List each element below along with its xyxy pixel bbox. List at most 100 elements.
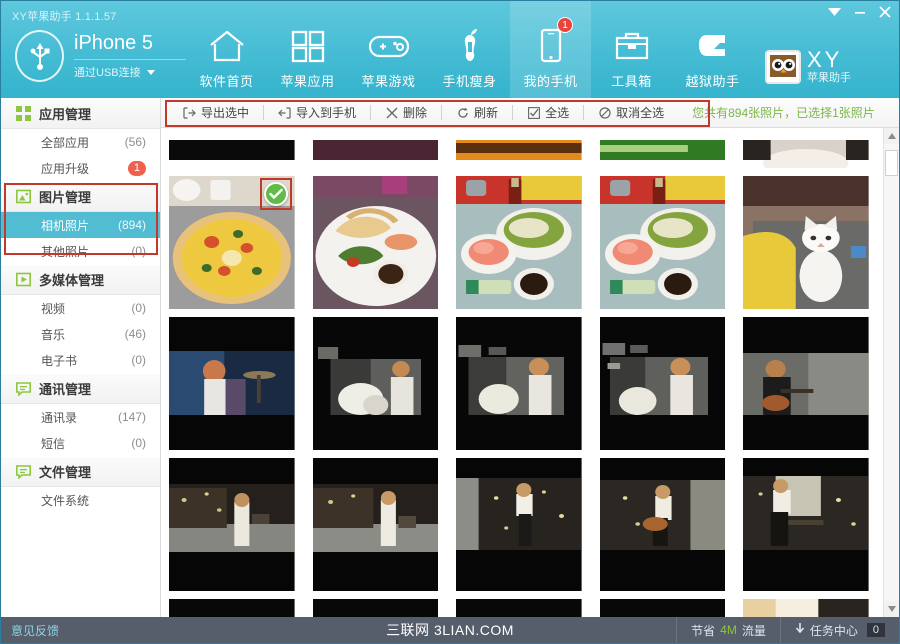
photo-thumbnail[interactable]: [169, 458, 295, 591]
nav-item-my-phone[interactable]: 1 我的手机: [510, 1, 591, 98]
import-to-phone-button[interactable]: 导入到手机: [264, 102, 370, 124]
photo-thumbnail[interactable]: [169, 128, 295, 168]
toolbar-button-label: 全选: [545, 106, 570, 120]
device-info[interactable]: iPhone 5 通过USB连接: [1, 30, 186, 98]
nav-item-software-home[interactable]: 软件首页: [186, 1, 267, 98]
sidebar-item-contacts[interactable]: 通讯录 (147): [1, 404, 160, 430]
deselect-all-button[interactable]: 取消全选: [584, 102, 678, 124]
apps-manage-icon: [15, 106, 31, 122]
sidebar-item-count: (0): [131, 436, 146, 450]
photo-partial-2: [312, 128, 439, 168]
task-center-button[interactable]: 任务中心 0: [779, 617, 899, 643]
sidebar-item-camera-photos[interactable]: 相机照片 (894): [1, 212, 160, 238]
photo-thumbnail[interactable]: [456, 317, 582, 450]
menu-dropdown-icon[interactable]: [828, 8, 841, 16]
delete-button[interactable]: 删除: [371, 102, 441, 124]
nav-label: 苹果应用: [280, 74, 335, 89]
app-title: XY苹果助手 1.1.1.57: [12, 11, 117, 23]
sidebar-item-sms[interactable]: 短信 (0): [1, 430, 160, 456]
nav-item-apple-games[interactable]: 苹果游戏: [348, 1, 429, 98]
nav-label: 我的手机: [523, 74, 578, 89]
feedback-link[interactable]: 意见反馈: [1, 622, 59, 639]
nav-item-toolbox[interactable]: 工具箱: [591, 1, 672, 98]
photo-thumbnail[interactable]: [743, 176, 869, 309]
nav-label: 手机瘦身: [442, 74, 497, 89]
nav-item-phone-slim[interactable]: 手机瘦身: [429, 1, 510, 98]
close-icon[interactable]: [879, 6, 891, 18]
photo-thumbnail[interactable]: [312, 599, 439, 617]
sidebar-group-label: 通讯管理: [39, 382, 92, 397]
sidebar-item-label: 视频: [41, 301, 66, 316]
photo-thumbnail[interactable]: [456, 599, 582, 617]
photo-thumbnail[interactable]: [599, 458, 726, 591]
photo-concert-9: [599, 458, 726, 591]
sidebar-group-files[interactable]: 文件管理: [1, 456, 160, 487]
photo-toolbar: 导出选中 导入到手机 删除 刷新 全选 取消全选 您共有894张照片，已选择1张…: [161, 98, 899, 128]
nav-item-apple-apps[interactable]: 苹果应用: [267, 1, 348, 98]
photo-scrollbar[interactable]: [883, 128, 899, 617]
owl-logo-icon: [765, 49, 801, 84]
nav-label: 越狱助手: [685, 74, 740, 89]
selected-check-icon[interactable]: [263, 182, 288, 206]
traffic-saved[interactable]: 节省 4M 流量: [676, 617, 780, 643]
sidebar-item-count: (56): [124, 135, 146, 149]
sidebar-item-music[interactable]: 音乐 (46): [1, 321, 160, 347]
photo-thumbnail[interactable]: [312, 128, 439, 168]
photo-thumbnail-selected[interactable]: [169, 176, 295, 309]
sidebar-item-other-photos[interactable]: 其他照片 (0): [1, 238, 160, 264]
app-body: 应用管理 全部应用 (56) 应用升级 1 图片管理 相机照片 (894) 其他…: [1, 98, 899, 617]
grid-apps-icon: [290, 25, 326, 67]
sidebar-item-all-apps[interactable]: 全部应用 (56): [1, 129, 160, 155]
sidebar-group-photos[interactable]: 图片管理: [1, 181, 160, 212]
photo-thumbnail[interactable]: [169, 317, 295, 450]
xy-assistant-window: XY苹果助手 1.1.1.57 iPhone 5 通过USB连接 软件首页 苹果…: [0, 0, 900, 644]
device-connection[interactable]: 通过USB连接: [74, 59, 186, 80]
photo-thumbnail[interactable]: [599, 128, 726, 168]
sidebar-item-app-upgrade[interactable]: 应用升级 1: [1, 155, 160, 181]
nav-label: 苹果游戏: [361, 74, 416, 89]
jailbreak-icon: [695, 25, 731, 67]
sidebar-group-contacts[interactable]: 通讯管理: [1, 373, 160, 404]
brand-xy-text: XY: [807, 47, 843, 72]
photo-grid-wrapper: [161, 128, 899, 617]
scroll-up-arrow-icon[interactable]: [884, 128, 899, 144]
minimize-icon[interactable]: [854, 7, 866, 17]
photo-count-status: 您共有894张照片，已选择1张照片: [692, 106, 875, 120]
export-selected-button[interactable]: 导出选中: [169, 102, 263, 124]
photo-thumbnail[interactable]: [599, 599, 726, 617]
photo-thumbnail[interactable]: [456, 176, 582, 309]
photo-thumbnail[interactable]: [456, 458, 582, 591]
traffic-prefix-label: 节省: [691, 623, 716, 638]
select-all-button[interactable]: 全选: [513, 102, 583, 124]
scroll-down-arrow-icon[interactable]: [884, 601, 899, 617]
photo-thumbnail[interactable]: [312, 458, 439, 591]
device-connection-label: 通过USB连接: [74, 67, 141, 79]
refresh-button[interactable]: 刷新: [442, 102, 512, 124]
sidebar-item-video[interactable]: 视频 (0): [1, 295, 160, 321]
sidebar: 应用管理 全部应用 (56) 应用升级 1 图片管理 相机照片 (894) 其他…: [1, 98, 161, 617]
photo-thumbnail[interactable]: [312, 176, 439, 309]
sidebar-group-apps[interactable]: 应用管理: [1, 98, 160, 129]
main-nav: 软件首页 苹果应用 苹果游戏 手机瘦身 1 我的手机 工具箱 越狱助手: [186, 1, 753, 98]
nav-item-jailbreak[interactable]: 越狱助手: [672, 1, 753, 98]
photo-thumbnail[interactable]: [743, 128, 869, 168]
scrollbar-thumb[interactable]: [885, 150, 898, 176]
photo-thumbnail[interactable]: [743, 599, 869, 617]
photo-thumbnail[interactable]: [743, 458, 869, 591]
photo-thumbnail[interactable]: [743, 317, 869, 450]
chevron-down-icon: [146, 69, 155, 75]
sidebar-item-file-system[interactable]: 文件系统: [1, 487, 160, 513]
photo-thumbnail[interactable]: [599, 176, 726, 309]
photo-concert-14: [599, 599, 726, 617]
photo-thumbnail[interactable]: [599, 317, 726, 450]
photo-concert-2: [312, 317, 439, 450]
home-icon: [208, 25, 246, 67]
nav-label: 工具箱: [611, 74, 652, 89]
sidebar-item-ebook[interactable]: 电子书 (0): [1, 347, 160, 373]
photo-thumbnail[interactable]: [312, 317, 439, 450]
status-bar: 意见反馈 三联网 3LIAN.COM 节省 4M 流量 任务中心 0: [1, 617, 899, 643]
photo-thumbnail[interactable]: [456, 128, 582, 168]
photo-thumbnail[interactable]: [169, 599, 295, 617]
sidebar-group-media[interactable]: 多媒体管理: [1, 264, 160, 295]
sidebar-item-badge: 1: [127, 160, 146, 176]
